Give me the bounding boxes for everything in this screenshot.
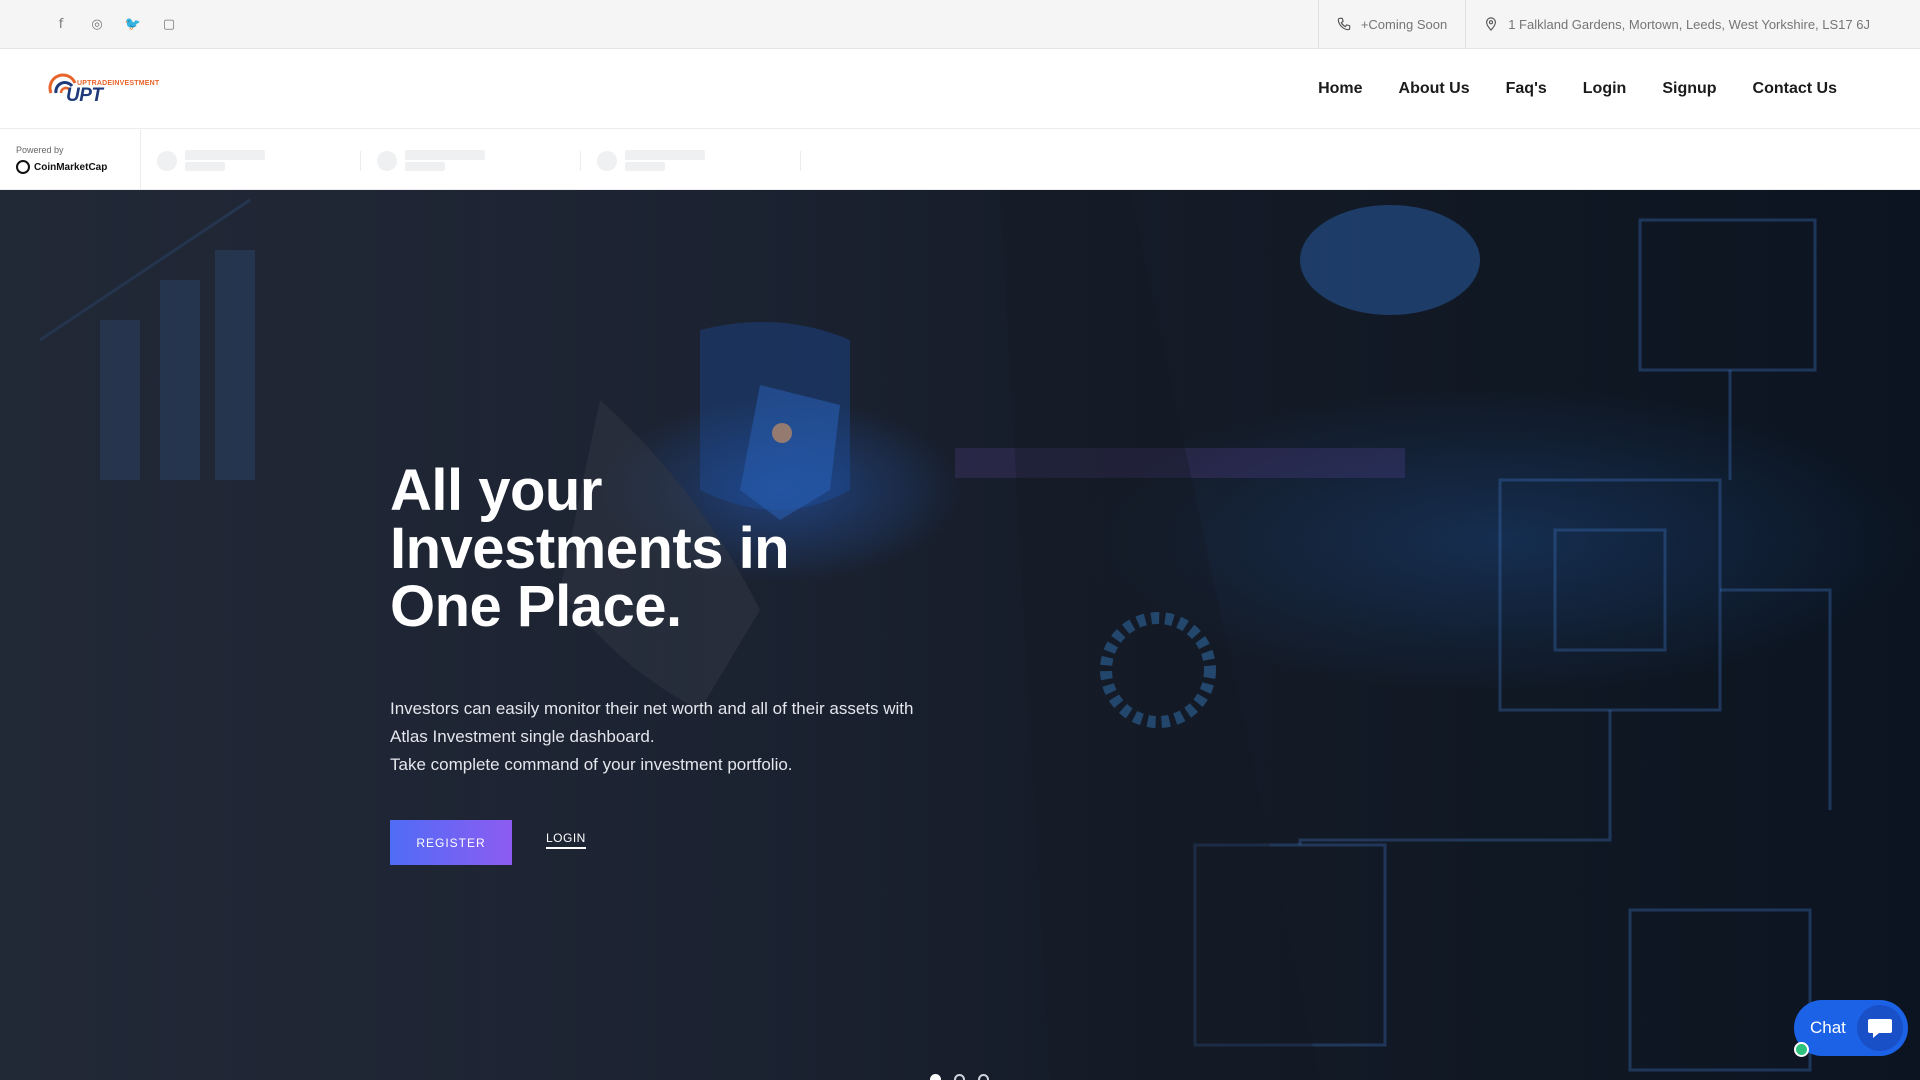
- address-info: 1 Falkland Gardens, Mortown, Leeds, West…: [1465, 0, 1920, 48]
- location-pin-icon: [1486, 17, 1497, 31]
- phone-icon: [1337, 17, 1351, 31]
- slide-dot-3[interactable]: [978, 1074, 989, 1080]
- coinmarketcap-icon: [16, 160, 30, 174]
- phone-info: +Coming Soon: [1317, 0, 1465, 48]
- description-line: Atlas Investment single dashboard.: [390, 727, 655, 746]
- ticker-placeholder-2: [377, 150, 577, 172]
- powered-by[interactable]: Powered by CoinMarketCap: [0, 130, 141, 190]
- top-bar: f ◎ 🐦 ▢ +Coming Soon 1 Falkland Gardens,…: [0, 0, 1920, 49]
- logo-wordmark: UPT: [66, 85, 103, 106]
- contact-info: +Coming Soon 1 Falkland Gardens, Mortown…: [1317, 0, 1920, 48]
- powered-by-label: Powered by: [16, 145, 64, 155]
- hero-description: Investors can easily monitor their net w…: [390, 695, 990, 779]
- hero-overlay: [0, 190, 1920, 1080]
- headline-line: All your: [390, 458, 602, 523]
- chat-label: Chat: [1810, 1018, 1846, 1037]
- headline-line: One Place.: [390, 574, 682, 639]
- slider-pagination: [930, 1074, 989, 1080]
- address-text: 1 Falkland Gardens, Mortown, Leeds, West…: [1508, 16, 1870, 32]
- online-status-indicator: [1794, 1042, 1809, 1057]
- coinmarketcap-logo: CoinMarketCap: [16, 160, 140, 174]
- crypto-ticker: Powered by CoinMarketCap: [0, 130, 1920, 190]
- phone-text: +Coming Soon: [1360, 16, 1448, 32]
- main-nav: Home About Us Faq's Login Signup Contact…: [1318, 49, 1837, 129]
- nav-contact-us[interactable]: Contact Us: [1753, 80, 1837, 98]
- nav-about-us[interactable]: About Us: [1399, 80, 1470, 98]
- ticker-divider: [360, 151, 361, 171]
- chat-widget-button[interactable]: Chat: [1794, 1000, 1908, 1057]
- slide-dot-1[interactable]: [930, 1074, 941, 1080]
- hero-slider: All your Investments in One Place. Inves…: [0, 190, 1920, 1080]
- nav-home[interactable]: Home: [1318, 80, 1362, 98]
- login-link[interactable]: LOGIN: [546, 831, 586, 849]
- register-button[interactable]: REGISTER: [390, 820, 512, 865]
- site-logo[interactable]: UPTRADEINVESTMENT UPT: [48, 69, 159, 111]
- chat-bubble-icon: [1857, 1005, 1903, 1051]
- nav-faqs[interactable]: Faq's: [1506, 80, 1547, 98]
- hero-headline: All your Investments in One Place.: [390, 462, 910, 636]
- description-line: Investors can easily monitor their net w…: [390, 699, 914, 718]
- nav-signup[interactable]: Signup: [1662, 80, 1716, 98]
- nav-login[interactable]: Login: [1583, 80, 1627, 98]
- social-links: f ◎ 🐦 ▢: [54, 16, 176, 32]
- provider-name: CoinMarketCap: [34, 161, 108, 173]
- twitter-icon[interactable]: 🐦: [125, 16, 141, 32]
- ticker-divider: [800, 151, 801, 171]
- ticker-placeholder-1: [157, 150, 357, 172]
- slide-dot-2[interactable]: [954, 1074, 965, 1080]
- dribbble-icon[interactable]: ◎: [90, 16, 104, 32]
- description-line: Take complete command of your investment…: [390, 755, 793, 774]
- headline-line: Investments in: [390, 516, 790, 581]
- site-header: UPTRADEINVESTMENT UPT Home About Us Faq'…: [0, 49, 1920, 129]
- instagram-icon[interactable]: ▢: [162, 16, 176, 32]
- ticker-placeholder-3: [597, 150, 797, 172]
- ticker-divider: [580, 151, 581, 171]
- facebook-icon[interactable]: f: [54, 16, 68, 32]
